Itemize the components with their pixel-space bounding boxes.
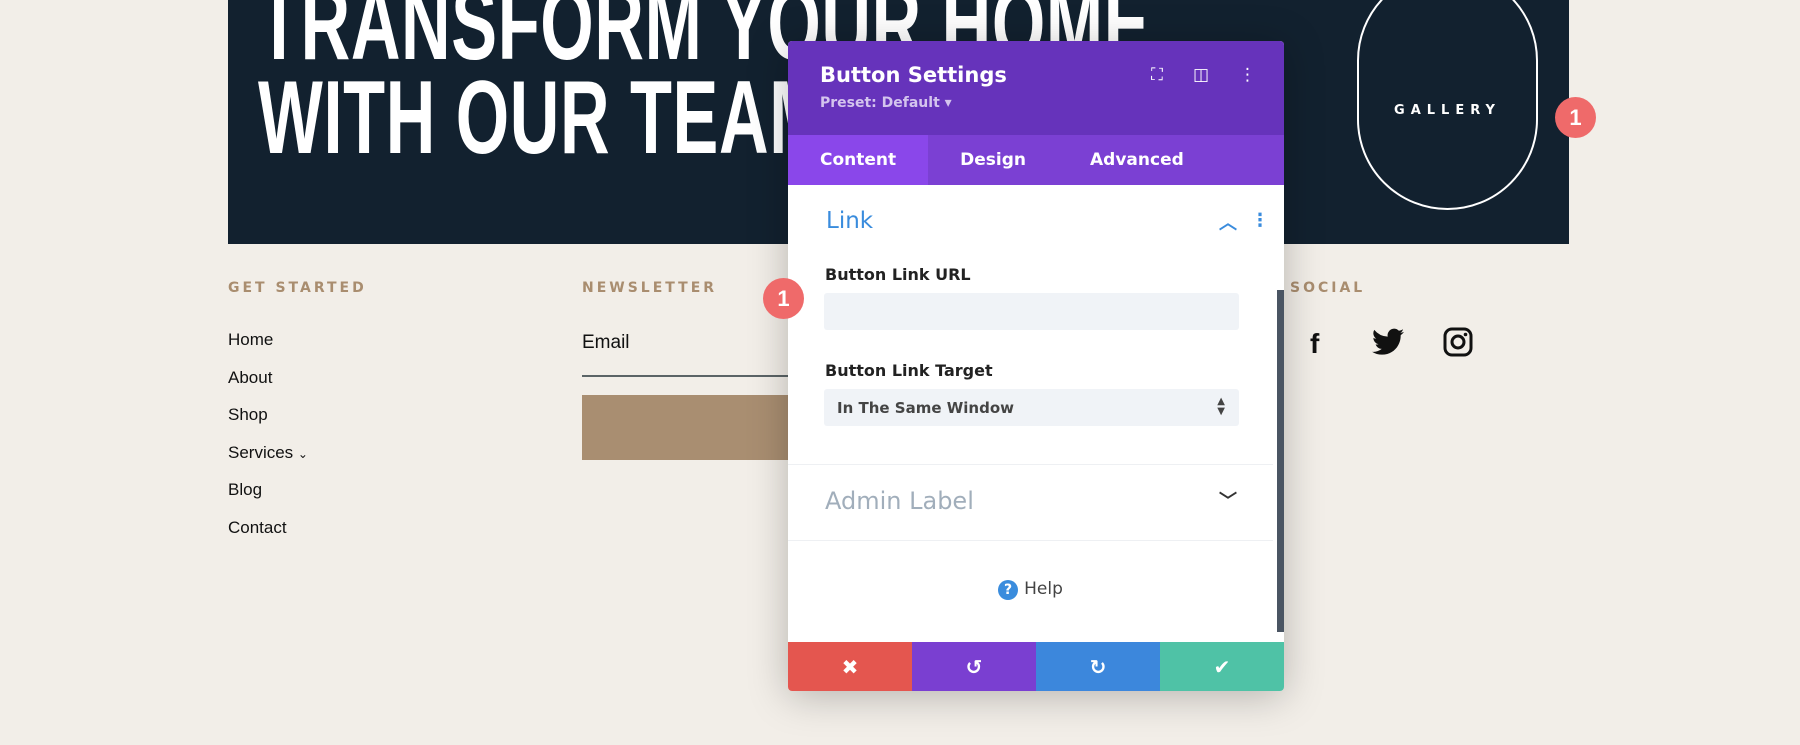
select-arrows-icon: ▲ ▼	[1217, 396, 1225, 417]
chevron-up-icon[interactable]: ︿	[1219, 209, 1237, 235]
link-target-select[interactable]: In The Same Window ▲ ▼	[824, 389, 1239, 426]
email-input[interactable]: Email	[582, 332, 630, 354]
cancel-button[interactable]: ✖	[788, 642, 912, 691]
check-icon: ✔	[1213, 654, 1231, 679]
tab-design[interactable]: Design	[928, 135, 1058, 185]
divider	[788, 464, 1273, 465]
get-started-heading: GET STARTED	[228, 280, 367, 296]
panel-scrollbar[interactable]	[1277, 290, 1284, 632]
chevron-down-icon[interactable]: ﹀	[1219, 487, 1237, 513]
redo-icon: ↻	[1089, 654, 1107, 679]
facebook-icon[interactable]: f	[1310, 328, 1319, 360]
nav-link-contact[interactable]: Contact	[228, 518, 308, 556]
subscribe-button[interactable]	[582, 395, 802, 460]
social-heading: SOCIAL	[1290, 280, 1366, 296]
link-target-value: In The Same Window	[837, 399, 1015, 417]
section-options-icon[interactable]: ⋮	[1251, 210, 1269, 231]
services-label: Services	[228, 442, 294, 462]
button-link-url-input[interactable]	[824, 293, 1239, 330]
tab-advanced[interactable]: Advanced	[1058, 135, 1216, 185]
newsletter-heading: NEWSLETTER	[582, 280, 718, 296]
footer-nav: Home About Shop Services ⌄ Blog Contact	[228, 330, 308, 555]
button-settings-panel: Button Settings Preset: Default ▾ ⛶ ◫ ⋮ …	[788, 41, 1284, 691]
hero-heading-line2: WITH OUR TEAM	[258, 60, 828, 176]
help-icon: ?	[998, 580, 1019, 600]
undo-button[interactable]: ↺	[912, 642, 1036, 691]
undo-icon: ↺	[965, 654, 983, 679]
nav-link-shop[interactable]: Shop	[228, 405, 308, 443]
divider	[788, 540, 1273, 541]
split-view-icon[interactable]: ◫	[1193, 65, 1209, 85]
help-label: Help	[1024, 579, 1063, 599]
redo-button[interactable]: ↻	[1036, 642, 1160, 691]
help-link[interactable]: ? Help	[788, 579, 1273, 600]
admin-label-section-toggle[interactable]: Admin Label	[825, 487, 974, 515]
panel-header: Button Settings Preset: Default ▾ ⛶ ◫ ⋮	[788, 41, 1284, 135]
nav-link-about[interactable]: About	[228, 368, 308, 406]
fullscreen-icon[interactable]: ⛶	[1151, 65, 1163, 85]
gallery-button-label: GALLERY	[1394, 102, 1501, 118]
chevron-down-icon: ⌄	[297, 446, 308, 461]
url-label: Button Link URL	[825, 265, 971, 284]
tab-content[interactable]: Content	[788, 135, 929, 185]
panel-tabs: Content Design Advanced	[788, 135, 1284, 185]
save-button[interactable]: ✔	[1160, 642, 1284, 691]
gallery-button[interactable]: GALLERY	[1357, 0, 1538, 210]
close-icon: ✖	[841, 654, 859, 679]
twitter-icon[interactable]	[1372, 328, 1404, 363]
nav-link-blog[interactable]: Blog	[228, 480, 308, 518]
nav-link-services[interactable]: Services ⌄	[228, 443, 308, 481]
step-badge: 1	[763, 278, 804, 319]
nav-link-home[interactable]: Home	[228, 330, 308, 368]
link-section-toggle[interactable]: Link	[826, 208, 873, 234]
preset-dropdown[interactable]: Preset: Default ▾	[820, 95, 1252, 111]
more-options-icon[interactable]: ⋮	[1239, 65, 1256, 85]
instagram-icon[interactable]	[1443, 327, 1473, 364]
step-badge: 1	[1555, 97, 1596, 138]
panel-footer: ✖ ↺ ↻ ✔	[788, 642, 1284, 691]
target-label: Button Link Target	[825, 361, 993, 380]
email-underline	[582, 375, 802, 377]
